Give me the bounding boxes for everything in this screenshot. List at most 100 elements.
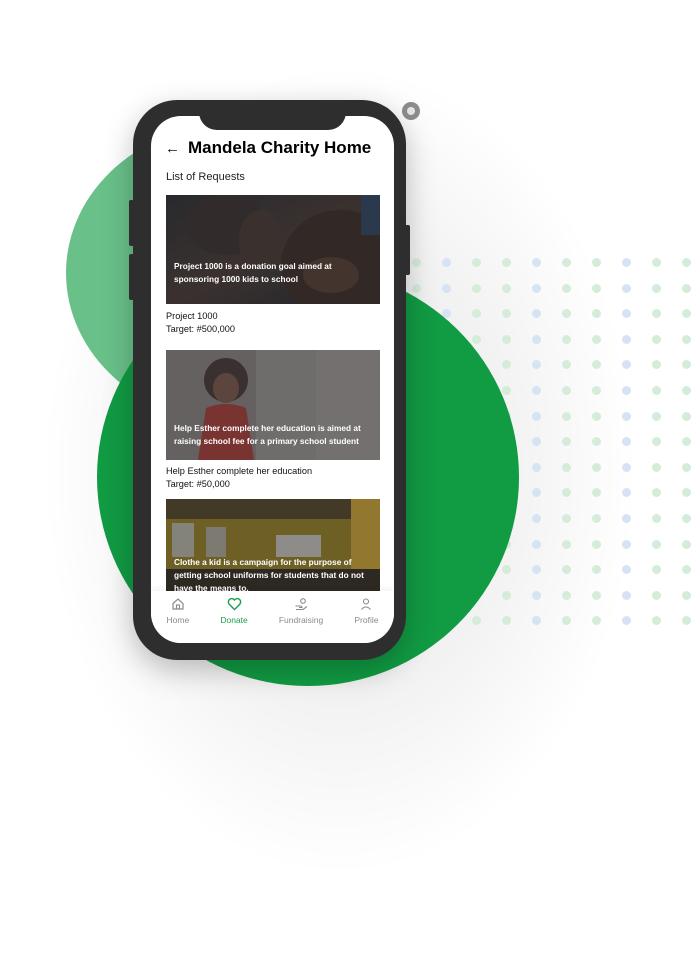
pattern-dot xyxy=(562,360,571,370)
phone-power-button xyxy=(405,225,410,275)
pattern-dot xyxy=(622,539,631,549)
pattern-dot xyxy=(652,283,661,293)
pattern-dot xyxy=(532,590,541,600)
pattern-dot xyxy=(682,513,691,523)
tab-label: Donate xyxy=(220,615,248,625)
request-target: Target: #500,000 xyxy=(166,324,235,334)
pattern-dot xyxy=(562,437,571,447)
image-overlay xyxy=(166,195,380,304)
pattern-dot xyxy=(562,565,571,575)
pattern-dot xyxy=(592,539,601,549)
pattern-dot xyxy=(682,590,691,600)
pattern-dot xyxy=(532,539,541,549)
tab-label: Fundraising xyxy=(278,615,324,625)
pattern-dot xyxy=(652,360,661,370)
pattern-dot xyxy=(652,258,661,267)
pattern-dot xyxy=(562,411,571,421)
pattern-dot xyxy=(682,309,691,319)
arrow-left-icon[interactable]: ← xyxy=(165,141,180,156)
pattern-dot xyxy=(682,539,691,549)
page-title: Mandela Charity Home xyxy=(188,138,372,157)
pattern-dot xyxy=(652,539,661,549)
pattern-dot xyxy=(502,283,511,293)
phone-notch xyxy=(199,100,346,130)
pattern-dot xyxy=(562,309,571,319)
tab-label: Profile xyxy=(354,615,379,625)
pattern-dot xyxy=(592,513,601,523)
pattern-dot xyxy=(652,437,661,447)
pattern-dot xyxy=(682,462,691,472)
heart-icon xyxy=(227,597,242,615)
pattern-dot xyxy=(502,309,511,319)
pattern-dot xyxy=(562,488,571,498)
pattern-dot xyxy=(562,283,571,293)
home-icon xyxy=(171,597,185,615)
pattern-dot xyxy=(622,360,631,370)
pattern-dot xyxy=(412,283,421,293)
pattern-dot xyxy=(562,616,571,626)
pattern-dot xyxy=(622,488,631,498)
section-title: List of Requests xyxy=(166,171,245,183)
pattern-dot xyxy=(532,616,541,626)
pattern-dot xyxy=(622,462,631,472)
pattern-dot xyxy=(442,258,451,267)
tab-label: Home xyxy=(166,615,190,625)
pattern-dot xyxy=(682,488,691,498)
pattern-dot xyxy=(622,590,631,600)
request-caption: Help Esther complete her education is ai… xyxy=(174,423,361,446)
pattern-dot xyxy=(502,360,511,370)
phone-volume-up-button xyxy=(129,200,134,246)
pattern-dot xyxy=(652,488,661,498)
tab-profile[interactable]: Profile xyxy=(354,597,378,625)
pattern-dot xyxy=(562,590,571,600)
pattern-dot xyxy=(592,385,601,395)
request-name: Help Esther complete her education xyxy=(166,466,313,476)
tab-donate[interactable]: Donate xyxy=(220,597,248,625)
request-card-image[interactable]: Project 1000 is a donation goal aimed at… xyxy=(166,195,380,304)
pattern-dot xyxy=(622,283,631,293)
pattern-dot xyxy=(652,309,661,319)
request-name: Project 1000 xyxy=(166,311,218,321)
pattern-dot xyxy=(592,488,601,498)
pattern-dot xyxy=(622,385,631,395)
pattern-dot xyxy=(682,565,691,575)
pattern-dot xyxy=(652,616,661,626)
pattern-dot xyxy=(652,411,661,421)
request-target: Target: #50,000 xyxy=(166,479,230,489)
pattern-dot xyxy=(652,590,661,600)
pattern-dot xyxy=(532,565,541,575)
pattern-dot xyxy=(532,411,541,421)
pattern-dot xyxy=(472,283,481,293)
pattern-dot xyxy=(622,258,631,267)
pattern-dot xyxy=(652,334,661,344)
pattern-dot xyxy=(682,334,691,344)
pattern-dot xyxy=(532,283,541,293)
pattern-dot xyxy=(592,334,601,344)
pattern-dot xyxy=(532,360,541,370)
pattern-dot xyxy=(622,309,631,319)
pattern-dot xyxy=(532,385,541,395)
pattern-dot xyxy=(682,258,691,267)
pattern-dot xyxy=(592,360,601,370)
pattern-dot xyxy=(532,334,541,344)
pattern-dot xyxy=(622,565,631,575)
pattern-dot xyxy=(532,437,541,447)
pattern-dot xyxy=(562,334,571,344)
pattern-dot xyxy=(622,411,631,421)
bottom-tab-bar: Home Donate Fundraising Profile xyxy=(151,591,394,643)
request-card-image[interactable]: Clothe a kid is a campaign for the purpo… xyxy=(166,499,380,597)
tab-home[interactable]: Home xyxy=(166,597,190,625)
request-card-image[interactable]: Help Esther complete her education is ai… xyxy=(166,350,380,460)
decorative-ring xyxy=(402,102,420,120)
pattern-dot xyxy=(592,590,601,600)
app-header: ← Mandela Charity Home xyxy=(165,138,371,158)
pattern-dot xyxy=(562,539,571,549)
tab-fundraising[interactable]: Fundraising xyxy=(279,597,323,625)
pattern-dot xyxy=(532,488,541,498)
pattern-dot xyxy=(592,411,601,421)
pattern-dot xyxy=(652,513,661,523)
pattern-dot xyxy=(592,283,601,293)
pattern-dot xyxy=(412,258,421,267)
pattern-dot xyxy=(682,385,691,395)
pattern-dot xyxy=(652,565,661,575)
